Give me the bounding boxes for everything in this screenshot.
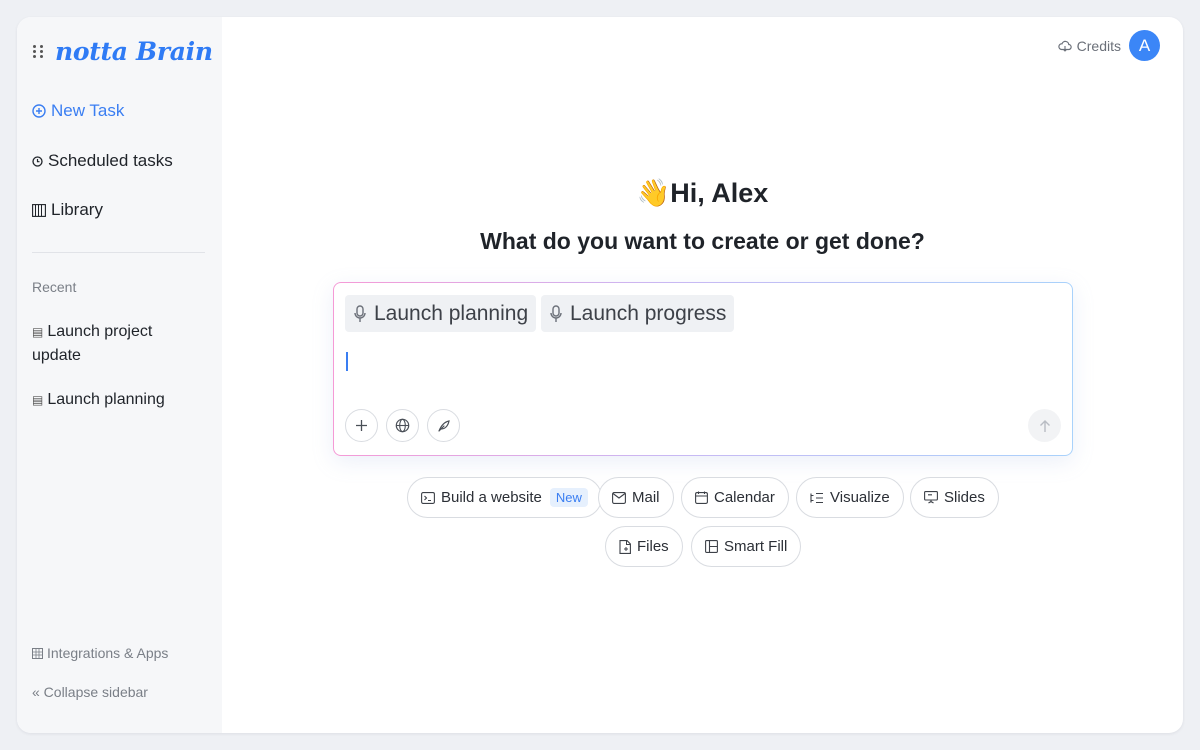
list-tree-icon <box>810 492 824 504</box>
recent-item[interactable]: ▤ Launch planning <box>32 388 204 412</box>
recent-heading: Recent <box>32 279 77 295</box>
collapse-sidebar-label: « Collapse sidebar <box>32 684 148 700</box>
integrations-link[interactable]: Integrations & Apps <box>32 645 168 661</box>
recent-item[interactable]: ▤ Launch project update <box>32 320 204 368</box>
terminal-icon <box>421 491 435 504</box>
visualize-button[interactable]: Visualize <box>796 477 904 518</box>
clock-icon <box>32 155 43 167</box>
calendar-label: Calendar <box>714 489 775 506</box>
main-area: Credits A 👋Hi, Alex What do you want to … <box>222 17 1183 733</box>
smart-fill-button[interactable]: Smart Fill <box>691 526 802 567</box>
attachment-chip-label: Launch progress <box>570 301 727 325</box>
file-icon <box>619 539 631 554</box>
recent-item-label: Launch planning <box>47 391 165 408</box>
drag-handle-icon[interactable] <box>33 44 45 59</box>
mail-label: Mail <box>632 489 660 506</box>
credits-button[interactable]: Credits <box>1057 38 1121 54</box>
scheduled-tasks-link[interactable]: Scheduled tasks <box>32 151 173 171</box>
attachment-chip[interactable]: Launch planning <box>345 295 537 332</box>
files-label: Files <box>637 538 669 555</box>
calendar-button[interactable]: Calendar <box>681 477 789 518</box>
plus-circle-icon <box>32 104 46 118</box>
greeting-text: Hi, Alex <box>670 178 769 208</box>
logo[interactable]: notta Brain <box>55 37 213 66</box>
slides-label: Slides <box>944 489 985 506</box>
mail-icon <box>612 491 626 504</box>
mail-button[interactable]: Mail <box>598 477 674 518</box>
document-icon: ▤ <box>32 325 44 339</box>
text-cursor <box>346 352 348 371</box>
sidebar-divider <box>32 252 205 253</box>
plus-icon <box>355 419 368 432</box>
build-website-button[interactable]: Build a website New <box>407 477 602 518</box>
send-button[interactable] <box>1028 409 1061 442</box>
new-task-label: New Task <box>51 101 125 120</box>
wave-emoji: 👋 <box>636 178 671 208</box>
visualize-label: Visualize <box>830 489 890 506</box>
brand: notta Brain <box>33 37 213 66</box>
recent-item-label: Launch project update <box>32 323 153 364</box>
build-website-label: Build a website <box>441 489 542 506</box>
library-icon <box>32 203 46 217</box>
presentation-icon <box>924 491 938 504</box>
collapse-sidebar-button[interactable]: « Collapse sidebar <box>32 684 148 700</box>
calendar-icon <box>695 491 708 504</box>
microphone-icon <box>353 304 367 323</box>
smart-fill-label: Smart Fill <box>724 538 788 555</box>
scheduled-tasks-label: Scheduled tasks <box>48 151 173 170</box>
attachment-chip-label: Launch planning <box>374 301 529 325</box>
credits-label: Credits <box>1076 38 1121 54</box>
web-search-button[interactable] <box>386 409 419 442</box>
arrow-up-icon <box>1039 419 1051 433</box>
table-icon <box>705 540 718 553</box>
avatar[interactable]: A <box>1129 30 1160 61</box>
files-button[interactable]: Files <box>605 526 683 567</box>
library-link[interactable]: Library <box>32 200 103 220</box>
prompt-composer: Launch planning Launch progress <box>333 282 1073 456</box>
app-window: notta Brain New Task Scheduled tasks Lib… <box>17 17 1183 733</box>
document-icon: ▤ <box>32 393 44 407</box>
microphone-icon <box>549 304 563 323</box>
library-label: Library <box>51 200 103 219</box>
cloud-icon <box>1057 40 1072 52</box>
globe-icon <box>395 418 410 433</box>
new-task-button[interactable]: New Task <box>32 101 124 121</box>
page-subtitle: What do you want to create or get done? <box>480 228 925 254</box>
feather-icon <box>437 419 451 433</box>
prompt-input-area[interactable]: Launch planning Launch progress <box>334 283 1072 455</box>
sidebar: notta Brain New Task Scheduled tasks Lib… <box>17 17 222 733</box>
grid-icon <box>32 647 43 659</box>
new-badge: New <box>549 488 588 507</box>
greeting: 👋Hi, Alex <box>222 177 1183 209</box>
attachment-chip[interactable]: Launch progress <box>541 295 735 332</box>
integrations-label: Integrations & Apps <box>47 645 169 661</box>
writing-style-button[interactable] <box>427 409 460 442</box>
slides-button[interactable]: Slides <box>910 477 999 518</box>
add-attachment-button[interactable] <box>345 409 378 442</box>
